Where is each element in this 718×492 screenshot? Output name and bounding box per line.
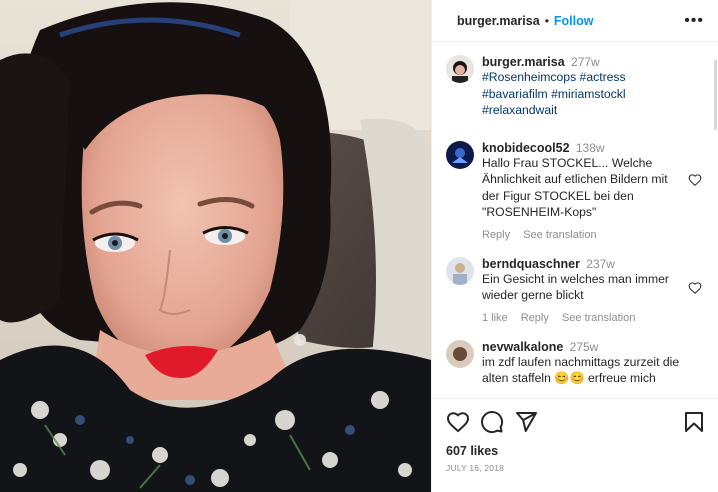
comment-item: nevwalkalone 275w im zdf laufen nachmitt…	[446, 339, 704, 387]
comment-meta: 1 like Reply See translation	[482, 312, 680, 324]
avatar-image	[446, 140, 474, 169]
small-heart-icon[interactable]	[688, 173, 702, 187]
comment-icon[interactable]	[480, 410, 504, 434]
caption-body: burger.marisa 277w #Rosenheimcops #actre…	[482, 55, 704, 119]
avatar-image	[446, 339, 474, 368]
comment-time: 138w	[575, 140, 605, 155]
comment-item: knobidecool52 138w Hallo Frau STOCKEL...…	[446, 140, 704, 241]
comments-list[interactable]: burger.marisa 277w #Rosenheimcops #actre…	[432, 43, 718, 398]
see-translation-button[interactable]: See translation	[562, 312, 635, 324]
avatar[interactable]	[446, 339, 474, 368]
comment-text: Hallo Frau STOCKEL... Welche Ähnlichkeit…	[482, 155, 668, 220]
avatar-image	[446, 55, 474, 83]
caption-hashtags[interactable]: #Rosenheimcops #actress #bavariafilm #mi…	[482, 69, 680, 119]
comment-likes[interactable]: 1 like	[482, 312, 508, 324]
comment-body: knobidecool52 138w Hallo Frau STOCKEL...…	[482, 141, 704, 241]
paper-plane-icon[interactable]	[514, 410, 538, 434]
avatar[interactable]	[446, 140, 474, 169]
post-photo[interactable]	[0, 0, 431, 492]
caption: burger.marisa 277w #Rosenheimcops #actre…	[446, 55, 704, 119]
comment-username[interactable]: knobidecool52	[482, 141, 570, 155]
post-sidebar: burger.marisa • Follow ••• burger.marisa…	[431, 0, 718, 492]
reply-button[interactable]: Reply	[482, 229, 510, 241]
comment-text: im zdf laufen nachmittags zurzeit die al…	[482, 354, 680, 386]
selfie-image	[0, 0, 431, 492]
comment-meta: Reply See translation	[482, 229, 680, 241]
post-modal: burger.marisa • Follow ••• burger.marisa…	[0, 0, 718, 492]
post-actions: 607 likes JULY 16, 2018	[432, 398, 718, 492]
avatar[interactable]	[446, 256, 474, 285]
comment-username[interactable]: berndquaschner	[482, 257, 580, 271]
see-translation-button[interactable]: See translation	[523, 229, 596, 241]
more-options-icon[interactable]: •••	[684, 12, 704, 29]
small-heart-icon[interactable]	[688, 281, 702, 295]
heart-icon[interactable]	[446, 410, 470, 434]
comment-body: berndquaschner 237w Ein Gesicht in welch…	[482, 257, 704, 324]
likes-count[interactable]: 607 likes	[446, 444, 706, 458]
action-icons	[446, 409, 706, 435]
avatar[interactable]	[446, 55, 474, 83]
avatar-image	[446, 256, 474, 285]
header-username[interactable]: burger.marisa	[457, 14, 540, 28]
comment-username[interactable]: nevwalkalone	[482, 340, 563, 354]
follow-button[interactable]: Follow	[554, 14, 594, 28]
reply-button[interactable]: Reply	[521, 312, 549, 324]
comment-item: berndquaschner 237w Ein Gesicht in welch…	[446, 256, 704, 324]
post-header: burger.marisa • Follow •••	[432, 0, 718, 42]
header-separator: •	[544, 13, 549, 28]
caption-username[interactable]: burger.marisa	[482, 55, 565, 69]
comment-time: 275w	[569, 339, 599, 354]
comment-text: Ein Gesicht in welches man immer wieder …	[482, 271, 669, 303]
post-date: JULY 16, 2018	[446, 463, 505, 473]
comments-scrollbar[interactable]	[714, 60, 717, 130]
comment-body: nevwalkalone 275w im zdf laufen nachmitt…	[482, 340, 704, 387]
bookmark-icon[interactable]	[682, 410, 706, 434]
comment-time: 237w	[586, 256, 615, 271]
caption-time: 277w	[571, 55, 600, 69]
